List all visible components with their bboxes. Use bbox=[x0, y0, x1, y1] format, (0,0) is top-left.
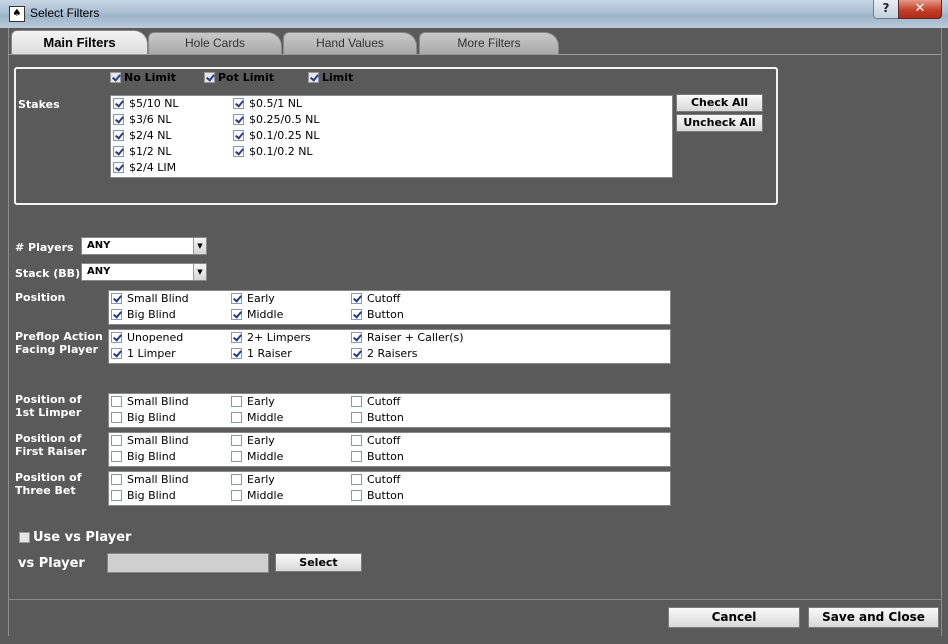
checkbox-icon[interactable] bbox=[231, 412, 242, 423]
checkbox-icon[interactable] bbox=[231, 332, 242, 343]
checkbox-icon[interactable] bbox=[111, 435, 122, 446]
checkbox-icon[interactable] bbox=[233, 114, 244, 125]
help-button[interactable]: ? bbox=[873, 0, 899, 19]
vs-player-field[interactable] bbox=[107, 553, 269, 573]
checkbox-icon[interactable] bbox=[204, 72, 215, 83]
three-bet-label-line2: Three Bet bbox=[15, 484, 76, 497]
checkbox-icon[interactable] bbox=[233, 146, 244, 157]
check-all-button[interactable]: Check All bbox=[676, 94, 763, 112]
checkbox-icon[interactable] bbox=[231, 309, 242, 320]
checkbox-icon[interactable] bbox=[111, 396, 122, 407]
players-select[interactable]: ANY ▼ bbox=[81, 237, 207, 255]
tab-main-filters[interactable]: Main Filters bbox=[11, 30, 148, 55]
checkbox-icon[interactable] bbox=[351, 435, 362, 446]
checkbox-icon[interactable] bbox=[111, 332, 122, 343]
stack-select[interactable]: ANY ▼ bbox=[81, 263, 207, 281]
chevron-down-icon[interactable]: ▼ bbox=[193, 264, 206, 280]
three-bet-label-line1: Position of bbox=[15, 471, 82, 484]
main-filters-panel: No Limit Pot Limit Limit Stakes $5/10 NL… bbox=[9, 54, 941, 600]
first-limper-list: Small Blind Early Cutoff Big Blind Middl… bbox=[108, 393, 671, 428]
checkbox-icon[interactable] bbox=[111, 412, 122, 423]
first-limper-label-line2: 1st Limper bbox=[15, 406, 82, 419]
checkbox-icon[interactable] bbox=[233, 98, 244, 109]
checkbox-icon[interactable] bbox=[351, 332, 362, 343]
stakes-list: $5/10 NL $3/6 NL $2/4 NL $1/2 NL $2/4 LI… bbox=[110, 95, 673, 178]
select-player-button[interactable]: Select bbox=[275, 553, 362, 572]
checkbox-icon[interactable] bbox=[113, 98, 124, 109]
tab-more-filters[interactable]: More Filters bbox=[419, 32, 559, 54]
players-label: # Players bbox=[15, 241, 74, 254]
window-title: Select Filters bbox=[30, 6, 100, 20]
checkbox-icon[interactable] bbox=[351, 309, 362, 320]
checkbox-icon[interactable] bbox=[231, 435, 242, 446]
position-label: Position bbox=[15, 291, 66, 304]
three-bet-list: Small Blind Early Cutoff Big Blind Middl… bbox=[108, 471, 671, 506]
app-icon: ♠ bbox=[9, 6, 25, 22]
vs-player-label: vs Player bbox=[18, 556, 85, 571]
checkbox-icon[interactable] bbox=[19, 532, 30, 543]
preflop-list: Unopened 2+ Limpers Raiser + Caller(s) 1… bbox=[108, 329, 671, 364]
checkbox-icon[interactable] bbox=[351, 348, 362, 359]
stakes-group: No Limit Pot Limit Limit Stakes $5/10 NL… bbox=[14, 67, 778, 205]
tab-hand-values[interactable]: Hand Values bbox=[283, 32, 417, 54]
save-and-close-button[interactable]: Save and Close bbox=[808, 607, 939, 628]
checkbox-icon[interactable] bbox=[111, 348, 122, 359]
checkbox-icon[interactable] bbox=[231, 474, 242, 485]
close-button[interactable]: ✕ bbox=[898, 0, 942, 19]
checkbox-icon[interactable] bbox=[351, 412, 362, 423]
stakes-label: Stakes bbox=[18, 98, 60, 111]
checkbox-icon[interactable] bbox=[351, 451, 362, 462]
checkbox-icon[interactable] bbox=[113, 130, 124, 141]
checkbox-icon[interactable] bbox=[111, 474, 122, 485]
dialog-body: Main Filters Hole Cards Hand Values More… bbox=[8, 28, 942, 637]
stack-label: Stack (BB) bbox=[15, 267, 81, 280]
preflop-label-line1: Preflop Action bbox=[15, 330, 103, 343]
checkbox-icon[interactable] bbox=[351, 293, 362, 304]
checkbox-icon[interactable] bbox=[231, 293, 242, 304]
preflop-label-line2: Facing Player bbox=[15, 343, 99, 356]
checkbox-icon[interactable] bbox=[113, 146, 124, 157]
position-list: Small Blind Early Cutoff Big Blind Middl… bbox=[108, 290, 671, 325]
checkbox-icon[interactable] bbox=[351, 474, 362, 485]
checkbox-icon[interactable] bbox=[111, 451, 122, 462]
checkbox-icon[interactable] bbox=[231, 490, 242, 501]
tab-strip: Main Filters Hole Cards Hand Values More… bbox=[9, 28, 941, 55]
checkbox-icon[interactable] bbox=[351, 490, 362, 501]
select-filters-window: ♠ Select Filters ? ✕ Main Filters Hole C… bbox=[0, 0, 948, 644]
first-raiser-list: Small Blind Early Cutoff Big Blind Middl… bbox=[108, 432, 671, 467]
checkbox-icon[interactable] bbox=[113, 114, 124, 125]
first-raiser-label-line1: Position of bbox=[15, 432, 82, 445]
checkbox-icon[interactable] bbox=[113, 162, 124, 173]
checkbox-icon[interactable] bbox=[351, 396, 362, 407]
checkbox-icon[interactable] bbox=[231, 396, 242, 407]
checkbox-icon[interactable] bbox=[110, 72, 121, 83]
cancel-button[interactable]: Cancel bbox=[668, 607, 800, 628]
checkbox-icon[interactable] bbox=[233, 130, 244, 141]
first-limper-label-line1: Position of bbox=[15, 393, 82, 406]
checkbox-icon[interactable] bbox=[308, 72, 319, 83]
first-raiser-label-line2: First Raiser bbox=[15, 445, 87, 458]
dialog-footer: Cancel Save and Close bbox=[9, 599, 941, 637]
checkbox-icon[interactable] bbox=[111, 293, 122, 304]
uncheck-all-button[interactable]: Uncheck All bbox=[676, 114, 763, 132]
checkbox-icon[interactable] bbox=[231, 348, 242, 359]
title-bar[interactable]: ♠ Select Filters ? ✕ bbox=[0, 0, 948, 28]
checkbox-icon[interactable] bbox=[111, 490, 122, 501]
tab-hole-cards[interactable]: Hole Cards bbox=[148, 32, 282, 54]
chevron-down-icon[interactable]: ▼ bbox=[193, 238, 206, 254]
checkbox-icon[interactable] bbox=[111, 309, 122, 320]
checkbox-icon[interactable] bbox=[231, 451, 242, 462]
